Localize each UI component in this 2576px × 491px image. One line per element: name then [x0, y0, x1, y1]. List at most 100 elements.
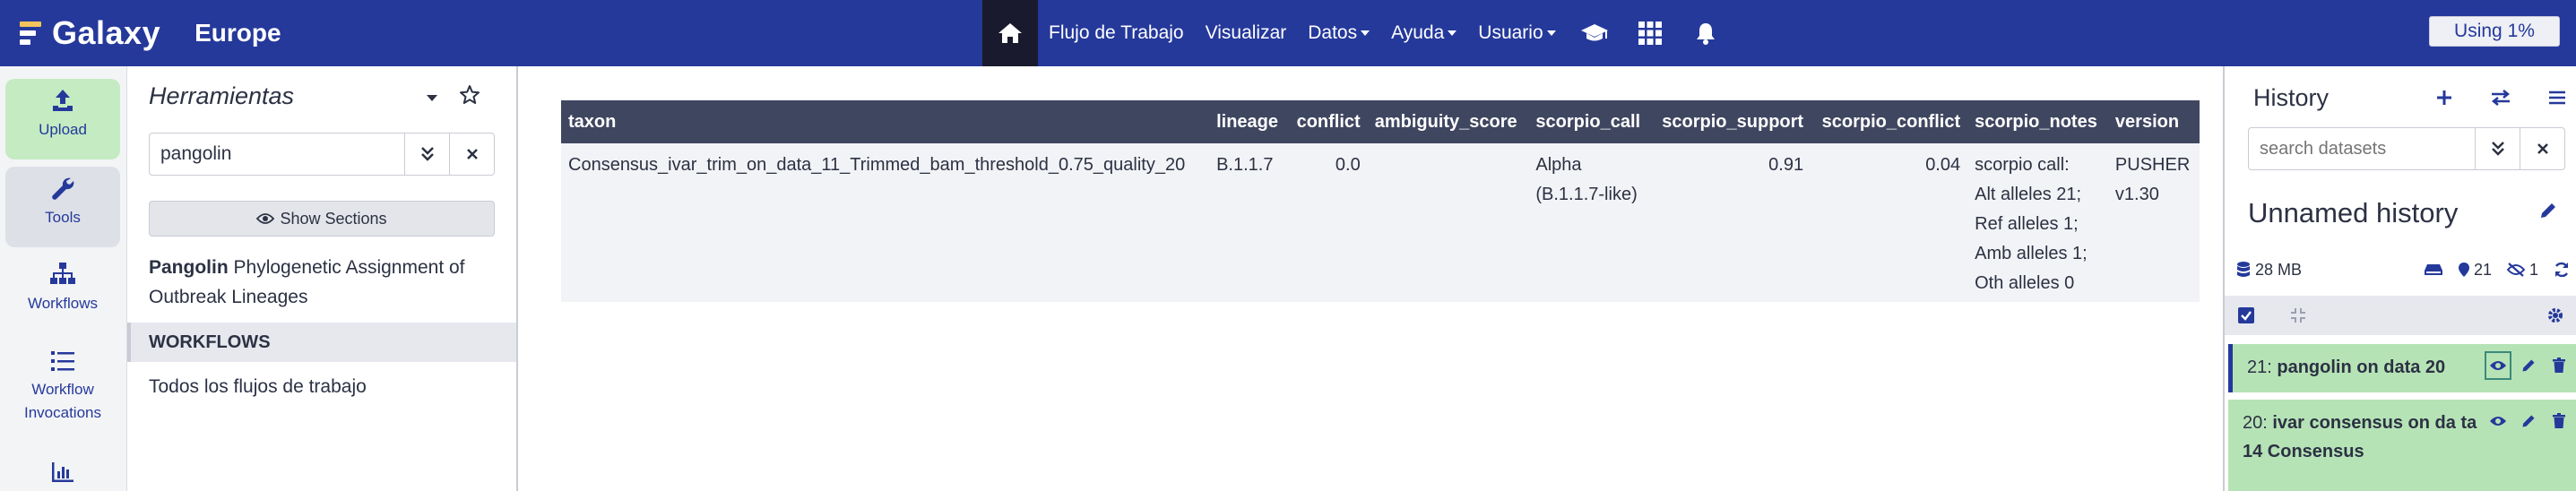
main-nav: Flujo de Trabajo Visualizar Datos Ayuda …	[982, 0, 1733, 66]
nav-workflow[interactable]: Flujo de Trabajo	[1038, 0, 1195, 66]
history-search-input[interactable]	[2249, 128, 2475, 169]
nav-visualize[interactable]: Visualizar	[1195, 0, 1298, 66]
nav-data-dropdown[interactable]: Datos	[1297, 0, 1380, 66]
double-chevron-down-icon	[420, 147, 434, 161]
galaxy-logo-icon	[20, 21, 41, 46]
history-options-button[interactable]	[2542, 82, 2572, 113]
sitemap-icon	[50, 263, 75, 284]
pencil-icon	[2522, 359, 2535, 372]
collapse-items-button[interactable]	[2289, 306, 2307, 328]
cell-lineage: B.1.1.7	[1209, 143, 1288, 302]
create-history-button[interactable]	[2429, 82, 2459, 113]
training-button[interactable]	[1567, 0, 1622, 66]
history-settings-button[interactable]	[2546, 306, 2565, 329]
history-dataset-item[interactable]: 21: pangolin on data 20	[2228, 344, 2576, 392]
table-header-row: taxon lineage conflict ambiguity_score s…	[561, 100, 2200, 143]
history-dataset-item[interactable]: 20: ivar consensus on da ta 14 Consensus	[2228, 400, 2576, 491]
hidden-count: 1	[2528, 260, 2538, 279]
col-header[interactable]: ambiguity_score	[1367, 100, 1529, 143]
tool-search	[149, 133, 495, 176]
activity-workflow-invocations[interactable]: Workflow Invocations	[5, 340, 120, 439]
home-icon	[998, 23, 1022, 43]
shown-datasets-counter[interactable]: 21	[2458, 261, 2492, 280]
history-panel: History Unnamed history	[2223, 66, 2576, 491]
delete-dataset-button[interactable]	[2546, 351, 2572, 380]
show-sections-button[interactable]: Show Sections	[149, 201, 495, 237]
activity-invocations-label-line2: Invocations	[24, 404, 101, 421]
edit-dataset-button[interactable]	[2515, 407, 2542, 435]
cell-version: PUSHER v1.30	[2107, 143, 2200, 302]
eye-icon	[256, 213, 275, 224]
history-name: Unnamed history	[2248, 197, 2459, 228]
nav-data-label: Datos	[1308, 22, 1358, 43]
storage-dashboard-button[interactable]	[2424, 263, 2443, 277]
activity-invocations-label-line1: Workflow	[31, 381, 94, 398]
notifications-button[interactable]	[1678, 0, 1733, 66]
home-button[interactable]	[982, 0, 1038, 66]
col-header[interactable]: scorpio_conflict	[1811, 100, 1968, 143]
cell-scorpio-support: 0.91	[1650, 143, 1811, 302]
cell-line: PUSHER	[2114, 155, 2191, 175]
cell-scorpio-call: Alpha (B.1.1.7-like)	[1528, 143, 1651, 302]
delete-dataset-button[interactable]	[2546, 407, 2572, 435]
nav-user-dropdown[interactable]: Usuario	[1467, 0, 1566, 66]
tool-search-input[interactable]	[150, 134, 404, 175]
edit-dataset-button[interactable]	[2515, 351, 2542, 380]
cell-line: v1.30	[2114, 185, 2159, 204]
display-dataset-button[interactable]	[2485, 407, 2511, 435]
apps-button[interactable]	[1622, 0, 1678, 66]
display-dataset-button[interactable]	[2485, 351, 2511, 380]
caret-down-icon	[1546, 30, 1556, 36]
dataset-title: 21: pangolin on data 20	[2247, 357, 2446, 377]
favorites-button[interactable]	[459, 84, 480, 109]
col-header[interactable]: conflict	[1287, 100, 1368, 143]
activity-tools[interactable]: Tools	[5, 167, 120, 247]
history-clear-search-button[interactable]	[2520, 128, 2564, 169]
cog-icon	[2548, 308, 2563, 323]
activity-visualizations[interactable]	[5, 453, 120, 489]
hidden-datasets-counter[interactable]: 1	[2506, 261, 2538, 280]
all-workflows-link[interactable]: Todos los flujos de trabajo	[149, 369, 367, 405]
col-header[interactable]: taxon	[561, 100, 1210, 143]
history-stats: 28 MB 21 1	[2235, 256, 2571, 283]
clear-search-button[interactable]	[449, 134, 494, 175]
select-items-checkbox[interactable]	[2237, 306, 2255, 328]
cell-scorpio-conflict: 0.04	[1811, 143, 1968, 302]
bell-icon	[1696, 23, 1715, 45]
activity-upload[interactable]: Upload	[5, 79, 120, 159]
bar-chart-icon	[52, 462, 73, 482]
edit-history-button[interactable]	[2538, 201, 2558, 224]
cell-line: Oth alleles 0	[1975, 273, 2075, 293]
quota-meter[interactable]: Using 1%	[2429, 16, 2560, 47]
exchange-icon	[2491, 90, 2511, 106]
dataset-name: ivar consensus on da ta 14 Consensus	[2243, 413, 2477, 461]
list-icon	[51, 351, 74, 371]
col-header[interactable]: scorpio_call	[1528, 100, 1651, 143]
activity-workflows[interactable]: Workflows	[5, 253, 120, 333]
col-header[interactable]: version	[2107, 100, 2200, 143]
brand-subtitle: Europe	[194, 19, 281, 47]
refresh-history-button[interactable]	[2553, 261, 2571, 279]
col-header[interactable]: scorpio_support	[1650, 100, 1811, 143]
grid-icon	[1638, 22, 1662, 45]
tool-item-pangolin[interactable]: Pangolin Phylogenetic Assignment of Outb…	[149, 253, 498, 312]
activity-upload-label: Upload	[39, 121, 87, 138]
advanced-search-toggle[interactable]	[404, 134, 449, 175]
activity-bar: Upload Tools Workflows Workflow Invocatio…	[0, 66, 127, 491]
switch-history-button[interactable]	[2485, 82, 2516, 113]
cell-line: (B.1.1.7-like)	[1535, 185, 1638, 204]
history-advanced-search-toggle[interactable]	[2475, 128, 2520, 169]
compress-icon	[2291, 308, 2305, 323]
col-header[interactable]: scorpio_notes	[1967, 100, 2108, 143]
nav-help-dropdown[interactable]: Ayuda	[1380, 0, 1467, 66]
nav-user-label: Usuario	[1478, 22, 1543, 43]
dataset-name: pangolin on data 20	[2277, 357, 2446, 377]
panel-view-dropdown-icon[interactable]	[427, 95, 437, 101]
center-panel: taxon lineage conflict ambiguity_score s…	[520, 66, 2223, 491]
history-counters: 21 1	[2424, 261, 2571, 280]
activity-workflows-label: Workflows	[27, 295, 99, 312]
history-size[interactable]: 28 MB	[2235, 261, 2302, 280]
brand[interactable]: Galaxy Europe	[20, 13, 281, 54]
caret-down-icon	[1361, 30, 1370, 36]
col-header[interactable]: lineage	[1209, 100, 1288, 143]
